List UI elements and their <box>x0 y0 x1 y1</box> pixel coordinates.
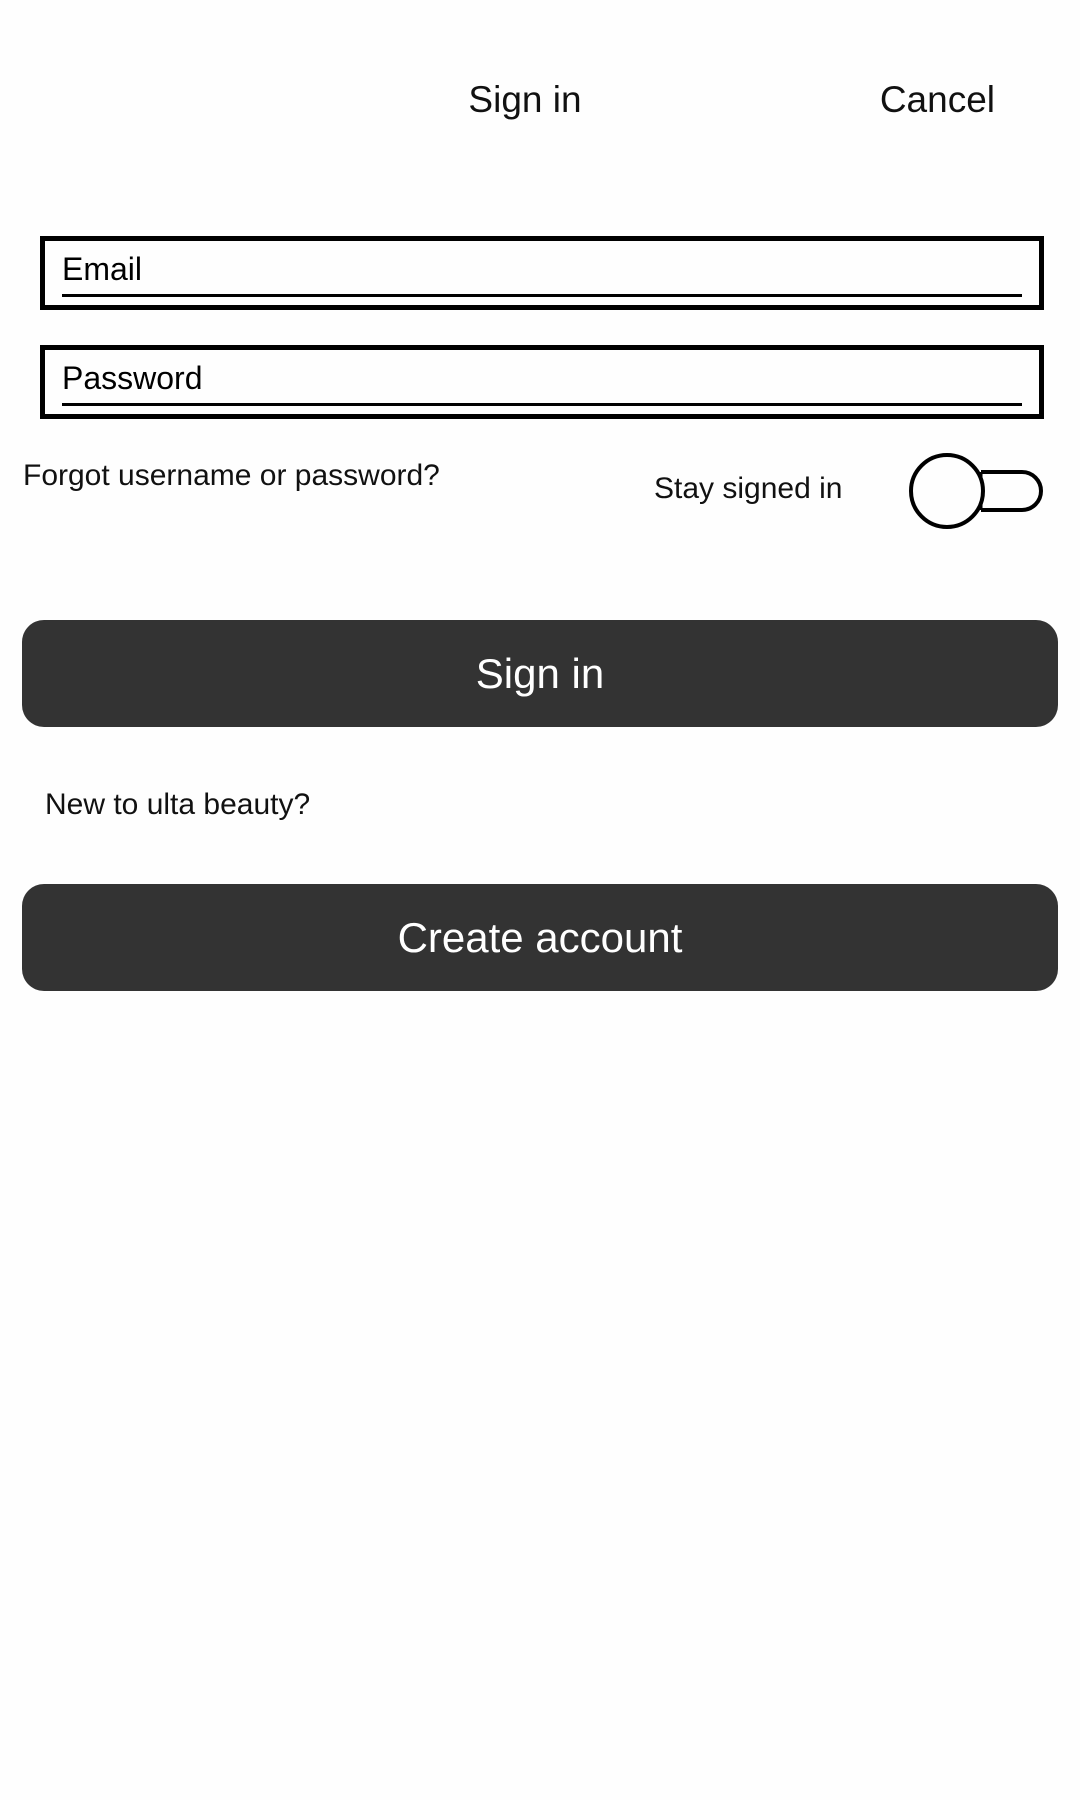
password-field-box <box>40 345 1044 419</box>
sign-in-button[interactable]: Sign in <box>22 620 1058 727</box>
email-field-box <box>40 236 1044 310</box>
cancel-button[interactable]: Cancel <box>880 76 995 124</box>
stay-signed-in-label: Stay signed in <box>654 472 843 505</box>
email-field[interactable] <box>62 245 1022 297</box>
toggle-switch-icon <box>909 453 1043 529</box>
create-account-button[interactable]: Create account <box>22 884 1058 991</box>
forgot-credentials-link[interactable]: Forgot username or password? <box>23 456 440 496</box>
new-customer-prompt: New to ulta beauty? <box>45 788 311 821</box>
stay-signed-in-toggle[interactable] <box>909 452 1045 532</box>
password-field[interactable] <box>62 354 1022 406</box>
